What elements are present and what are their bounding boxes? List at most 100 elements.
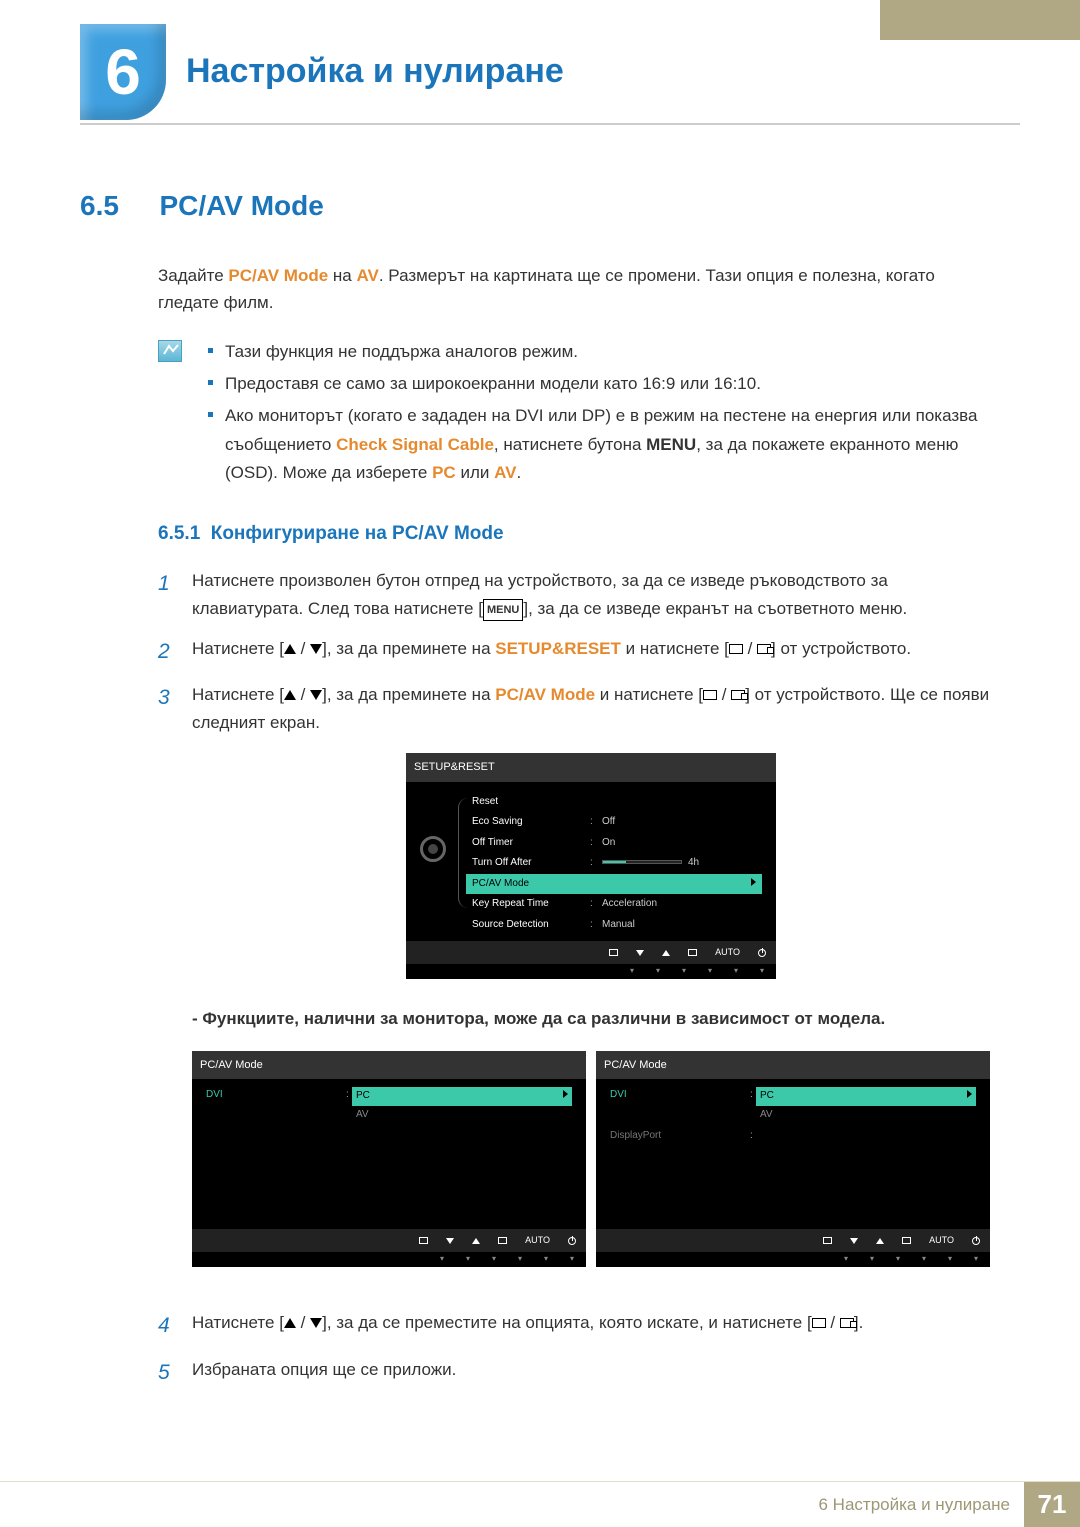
section-heading: 6.5 PC/AV Mode — [80, 190, 990, 222]
step-text: ], за да преминете на — [322, 685, 495, 704]
osd-nav-icon — [688, 949, 697, 956]
osd-title: SETUP&RESET — [406, 753, 776, 781]
osd-row-eco: Eco Saving — [472, 814, 590, 831]
chevron-right-icon — [563, 1090, 568, 1098]
step-3: 3 Натиснете [ / ], за да преминете на PC… — [158, 681, 990, 1297]
note-item: Предоставя се само за широкоекранни моде… — [225, 370, 761, 398]
power-icon — [758, 949, 766, 957]
note-text: . — [516, 463, 521, 482]
term-av: AV — [356, 266, 378, 285]
note-list: Тази функция не поддържа аналогов режим.… — [208, 338, 990, 490]
up-arrow-icon — [284, 1318, 296, 1328]
step-number: 4 — [158, 1309, 172, 1344]
section-title: PC/AV Mode — [159, 190, 323, 221]
up-arrow-icon — [284, 690, 296, 700]
rect-plus-icon — [731, 690, 745, 700]
rect-plus-icon — [757, 644, 771, 654]
osd-auto-label: AUTO — [525, 1233, 550, 1248]
term-pc: PC — [432, 463, 456, 482]
osd-bracket-icon — [458, 798, 468, 908]
osd-nav-icon — [498, 1237, 507, 1244]
chapter-number-badge: 6 — [80, 24, 166, 120]
osd-auto-label: AUTO — [715, 945, 740, 960]
step-text: Избраната опция ще се приложи. — [192, 1356, 456, 1391]
osd-nav-icon — [823, 1237, 832, 1244]
osd-body: Reset Eco Saving:Off Off Timer:On Turn O… — [406, 782, 776, 942]
term-menu: MENU — [646, 435, 696, 454]
osd-pcav-a: PC/AV Mode DVI: PC AV — [192, 1051, 586, 1267]
intro-text: на — [328, 266, 356, 285]
page-footer: 6 Настройка и нулиране 71 — [0, 1481, 1080, 1527]
note-icon — [158, 340, 182, 362]
osd-nav-icon — [419, 1237, 428, 1244]
osd-pcav-b: PC/AV Mode DVI: PC AV DisplayPort: — [596, 1051, 990, 1267]
note-text: , натиснете бутона — [494, 435, 646, 454]
subsection-number: 6.5.1 — [158, 523, 200, 544]
osd-title: PC/AV Mode — [596, 1051, 990, 1079]
bullet-icon — [208, 348, 213, 353]
bullet-icon — [208, 380, 213, 385]
osd-val-text: 4h — [688, 857, 699, 868]
osd-title: PC/AV Mode — [192, 1051, 586, 1079]
osd-val: On — [596, 835, 756, 852]
step-1: 1 Натиснете произволен бутон отпред на у… — [158, 567, 990, 623]
term-pcav: PC/AV Mode — [228, 266, 328, 285]
osd-val: Acceleration — [596, 896, 756, 913]
step-number: 3 — [158, 681, 172, 1297]
osd-setup-reset: SETUP&RESET Reset Eco Saving:Off Off Tim… — [406, 753, 776, 979]
step-number: 5 — [158, 1356, 172, 1391]
note-item: Ако мониторът (когато е зададен на DVI и… — [225, 402, 990, 486]
osd-row-offtimer: Off Timer — [472, 835, 590, 852]
osd-row-reset: Reset — [472, 794, 590, 811]
menu-button-label: MENU — [483, 599, 523, 621]
step-text: Натиснете [ — [192, 639, 284, 658]
up-arrow-icon — [876, 1238, 884, 1244]
step-text: и натиснете [ — [621, 639, 729, 658]
up-arrow-icon — [472, 1238, 480, 1244]
rect-icon — [703, 690, 717, 700]
rect-icon — [729, 644, 743, 654]
section-number: 6.5 — [80, 190, 155, 222]
osd-button-bar: AUTO — [406, 941, 776, 964]
chevron-right-icon — [751, 878, 756, 886]
osd-row-keyrep: Key Repeat Time — [472, 896, 590, 913]
osd-val: Manual — [596, 917, 756, 934]
osd-row-dvi: DVI — [206, 1087, 346, 1124]
osd-row-pcav-selected: PC/AV Mode — [472, 876, 590, 893]
osd-auto-label: AUTO — [929, 1233, 954, 1248]
term-pcav: PC/AV Mode — [495, 685, 595, 704]
note-block: Тази функция не поддържа аналогов режим.… — [158, 338, 990, 490]
osd-val-pc-selected: PC — [760, 1090, 774, 1101]
up-arrow-icon — [662, 950, 670, 956]
down-arrow-icon — [310, 644, 322, 654]
power-icon — [568, 1237, 576, 1245]
osd-val: 4h — [596, 855, 756, 872]
osd-button-bar: AUTO — [192, 1229, 586, 1252]
osd-val-av: AV — [756, 1106, 976, 1125]
down-arrow-icon — [310, 1318, 322, 1328]
section-intro: Задайте PC/AV Mode на AV. Размерът на ка… — [158, 262, 990, 316]
rect-plus-icon — [840, 1318, 854, 1328]
down-arrow-icon — [636, 950, 644, 956]
step-text: Натиснете [ — [192, 1313, 284, 1332]
down-arrow-icon — [446, 1238, 454, 1244]
steps-list: 1 Натиснете произволен бутон отпред на у… — [158, 567, 990, 1391]
osd-row-srcdet: Source Detection — [472, 917, 590, 934]
model-note: - Функциите, налични за монитора, може д… — [192, 1005, 990, 1033]
osd-row-turnoff: Turn Off After — [472, 855, 590, 872]
slider-icon — [602, 860, 682, 864]
dual-osd-container: PC/AV Mode DVI: PC AV — [192, 1051, 990, 1267]
step-number: 2 — [158, 635, 172, 670]
footer-page-number: 71 — [1024, 1482, 1080, 1527]
chapter-title: Настройка и нулиране — [186, 52, 564, 91]
gear-icon — [420, 836, 446, 862]
page-content: 6.5 PC/AV Mode Задайте PC/AV Mode на AV.… — [80, 190, 990, 1403]
chevron-right-icon — [967, 1090, 972, 1098]
step-4: 4 Натиснете [ / ], за да се преместите н… — [158, 1309, 990, 1344]
power-icon — [972, 1237, 980, 1245]
chapter-header: 6 Настройка и нулиране — [80, 20, 1020, 125]
step-text: ] от устройството. — [771, 639, 911, 658]
up-arrow-icon — [284, 644, 296, 654]
step-5: 5 Избраната опция ще се приложи. — [158, 1356, 990, 1391]
osd-nav-icon — [902, 1237, 911, 1244]
